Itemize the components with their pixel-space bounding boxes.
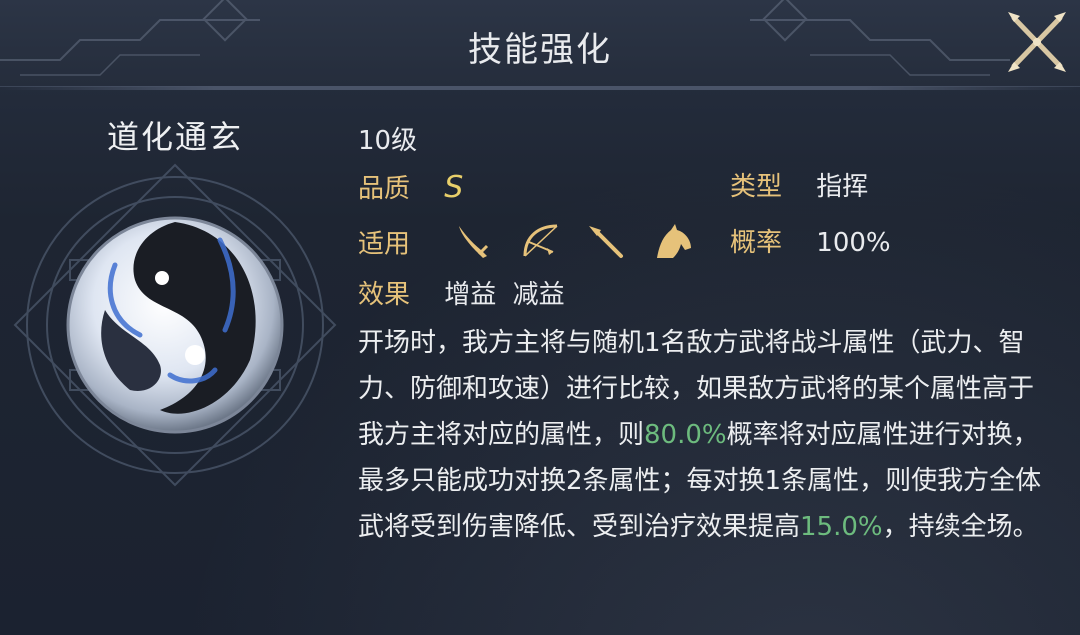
quality-row: 品质 S xyxy=(358,168,463,205)
skill-emblem xyxy=(10,160,340,490)
skill-level: 10级 xyxy=(358,126,418,156)
skill-description: 开场时，我方主将与随机1名敌方武将战斗属性（武力、智力、防御和攻速）进行比较，如… xyxy=(358,320,1048,550)
description-text: ，持续全场。 xyxy=(882,512,1039,542)
effect-tag: 减益 xyxy=(512,280,565,310)
description-highlight: 80.0% xyxy=(644,420,727,450)
type-row: 类型 指挥 xyxy=(730,166,868,203)
type-value: 指挥 xyxy=(816,172,869,202)
window-title: 技能强化 xyxy=(468,30,612,70)
close-icon xyxy=(1008,12,1066,72)
horse-icon xyxy=(657,224,692,258)
header-divider xyxy=(0,86,1080,90)
spear-icon xyxy=(589,226,624,258)
skill-name: 道化通玄 xyxy=(106,118,243,156)
chance-value: 100% xyxy=(816,228,891,258)
bow-icon xyxy=(523,224,558,257)
quality-value: S xyxy=(444,170,464,205)
chance-row: 概率 100% xyxy=(730,222,891,259)
sword-icon xyxy=(458,226,488,258)
description-highlight: 15.0% xyxy=(800,512,883,542)
applies-label: 适用 xyxy=(358,229,411,260)
chance-label: 概率 xyxy=(730,228,783,258)
quality-label: 品质 xyxy=(358,174,411,204)
effect-tag: 增益 xyxy=(444,280,497,310)
type-label: 类型 xyxy=(730,172,783,202)
applies-row: 适用 xyxy=(358,222,709,262)
header-bar: 技能强化 xyxy=(0,0,1080,87)
emblem-frame xyxy=(13,163,337,487)
close-button[interactable] xyxy=(1004,6,1070,78)
effect-label: 效果 xyxy=(358,280,411,310)
effect-row: 效果 增益 减益 xyxy=(358,274,565,311)
